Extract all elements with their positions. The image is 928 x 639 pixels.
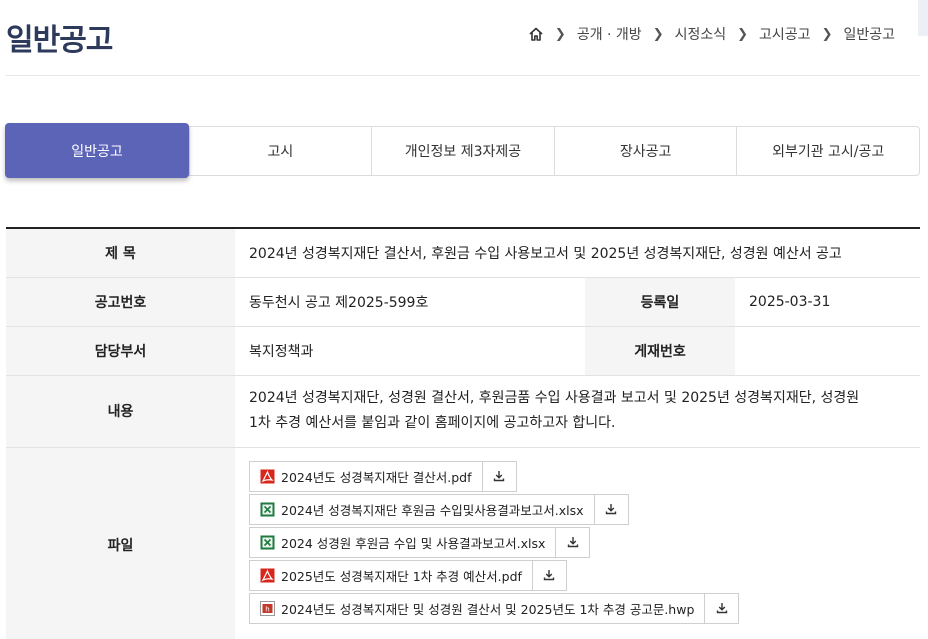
chevron-right-icon: ❯: [737, 26, 749, 42]
pdf-file-icon: [260, 568, 275, 582]
tab-announcement[interactable]: 고시: [188, 127, 372, 175]
svg-text:h: h: [265, 605, 269, 613]
subject-value: 2024년 성경복지재단 결산서, 후원금 수입 사용보고서 및 2025년 성…: [235, 228, 920, 278]
file-item: 2024년도 성경복지재단 결산서.pdf: [249, 460, 920, 492]
tab-external-agency[interactable]: 외부기관 고시/공고: [736, 127, 919, 175]
notice-number-value: 동두천시 공고 제2025-599호: [235, 277, 585, 327]
tab-general-active[interactable]: 일반공고: [5, 123, 189, 178]
scrollbar-strip[interactable]: [918, 0, 928, 36]
tab-funeral[interactable]: 장사공고: [553, 127, 737, 175]
file-item: h 2024년도 성경복지재단 및 성경원 결산서 및 2025년도 1차 추경…: [249, 592, 920, 624]
download-button[interactable]: [705, 592, 740, 624]
tab-privacy-third-party[interactable]: 개인정보 제3자제공: [371, 127, 554, 175]
content-line: 1차 추경 예산서를 붙임과 같이 홈페이지에 공고하고자 합니다.: [249, 415, 616, 431]
file-name: 2025년도 성경복지재단 1차 추경 예산서.pdf: [281, 568, 522, 584]
chevron-right-icon: ❯: [821, 26, 833, 42]
reg-date-label: 등록일: [585, 277, 735, 327]
breadcrumb-item-notice[interactable]: 고시공고: [759, 24, 811, 44]
download-button[interactable]: [556, 526, 591, 558]
download-button[interactable]: [594, 493, 629, 525]
table-row: 파일 2024년도 성경복지재단 결산서.pdf 2024년 성경복지재단 후원…: [6, 447, 920, 639]
download-button[interactable]: [482, 460, 517, 492]
file-name: 2024년 성경복지재단 후원금 수입및사용결과보고서.xlsx: [281, 502, 584, 518]
table-row: 담당부서 복지정책과 게재번호: [6, 326, 920, 376]
file-list: 2024년도 성경복지재단 결산서.pdf 2024년 성경복지재단 후원금 수…: [235, 447, 920, 639]
divider: [6, 75, 920, 76]
download-icon: [544, 570, 555, 581]
download-button[interactable]: [532, 559, 567, 591]
table-row: 공고번호 동두천시 공고 제2025-599호 등록일 2025-03-31: [6, 277, 920, 327]
reg-date-value: 2025-03-31: [735, 277, 920, 327]
table-row: 제 목 2024년 성경복지재단 결산서, 후원금 수입 사용보고서 및 202…: [6, 228, 920, 278]
notice-number-label: 공고번호: [6, 277, 235, 327]
download-icon: [716, 603, 728, 614]
file-item: 2025년도 성경복지재단 1차 추경 예산서.pdf: [249, 559, 920, 591]
excel-file-icon: [260, 502, 275, 516]
notice-detail-table: 제 목 2024년 성경복지재단 결산서, 후원금 수입 사용보고서 및 202…: [6, 227, 920, 639]
home-icon[interactable]: [528, 26, 544, 42]
pdf-file-icon: [260, 469, 275, 483]
content-line: 2024년 성경복지재단, 성경원 결산서, 후원금품 수입 사용결과 보고서 …: [249, 390, 860, 406]
file-link[interactable]: 2025년도 성경복지재단 1차 추경 예산서.pdf: [249, 559, 533, 591]
file-link[interactable]: 2024년도 성경복지재단 결산서.pdf: [249, 460, 483, 492]
content-value: 2024년 성경복지재단, 성경원 결산서, 후원금품 수입 사용결과 보고서 …: [235, 375, 920, 448]
chevron-right-icon: ❯: [652, 26, 664, 42]
post-number-label: 게재번호: [585, 326, 735, 376]
page-title: 일반공고: [6, 23, 113, 58]
file-link[interactable]: 2024 성경원 후원금 수입 및 사용결과보고서.xlsx: [249, 526, 557, 558]
post-number-value: [735, 326, 920, 376]
file-link[interactable]: 2024년 성경복지재단 후원금 수입및사용결과보고서.xlsx: [249, 493, 595, 525]
hwp-file-icon: h: [260, 600, 275, 616]
download-icon: [493, 471, 505, 482]
file-link[interactable]: h 2024년도 성경복지재단 및 성경원 결산서 및 2025년도 1차 추경…: [249, 592, 706, 624]
subject-label: 제 목: [6, 228, 235, 278]
department-value: 복지정책과: [235, 326, 585, 376]
files-label: 파일: [6, 447, 235, 639]
content-label: 내용: [6, 375, 235, 448]
file-item: 2024년 성경복지재단 후원금 수입및사용결과보고서.xlsx: [249, 493, 920, 525]
file-name: 2024 성경원 후원금 수입 및 사용결과보고서.xlsx: [281, 535, 546, 551]
download-icon: [567, 537, 579, 548]
breadcrumb-item-general[interactable]: 일반공고: [843, 24, 895, 44]
breadcrumb-item-news[interactable]: 시정소식: [675, 24, 727, 44]
excel-file-icon: [260, 535, 275, 549]
download-icon: [605, 504, 617, 515]
file-name: 2024년도 성경복지재단 결산서.pdf: [281, 469, 472, 485]
chevron-right-icon: ❯: [554, 26, 566, 42]
file-item: 2024 성경원 후원금 수입 및 사용결과보고서.xlsx: [249, 526, 920, 558]
breadcrumb: ❯ 공개 · 개방 ❯ 시정소식 ❯ 고시공고 ❯ 일반공고: [528, 24, 895, 44]
file-name: 2024년도 성경복지재단 및 성경원 결산서 및 2025년도 1차 추경 공…: [281, 601, 695, 617]
breadcrumb-item-open[interactable]: 공개 · 개방: [577, 24, 642, 44]
table-row: 내용 2024년 성경복지재단, 성경원 결산서, 후원금품 수입 사용결과 보…: [6, 375, 920, 448]
department-label: 담당부서: [6, 326, 235, 376]
